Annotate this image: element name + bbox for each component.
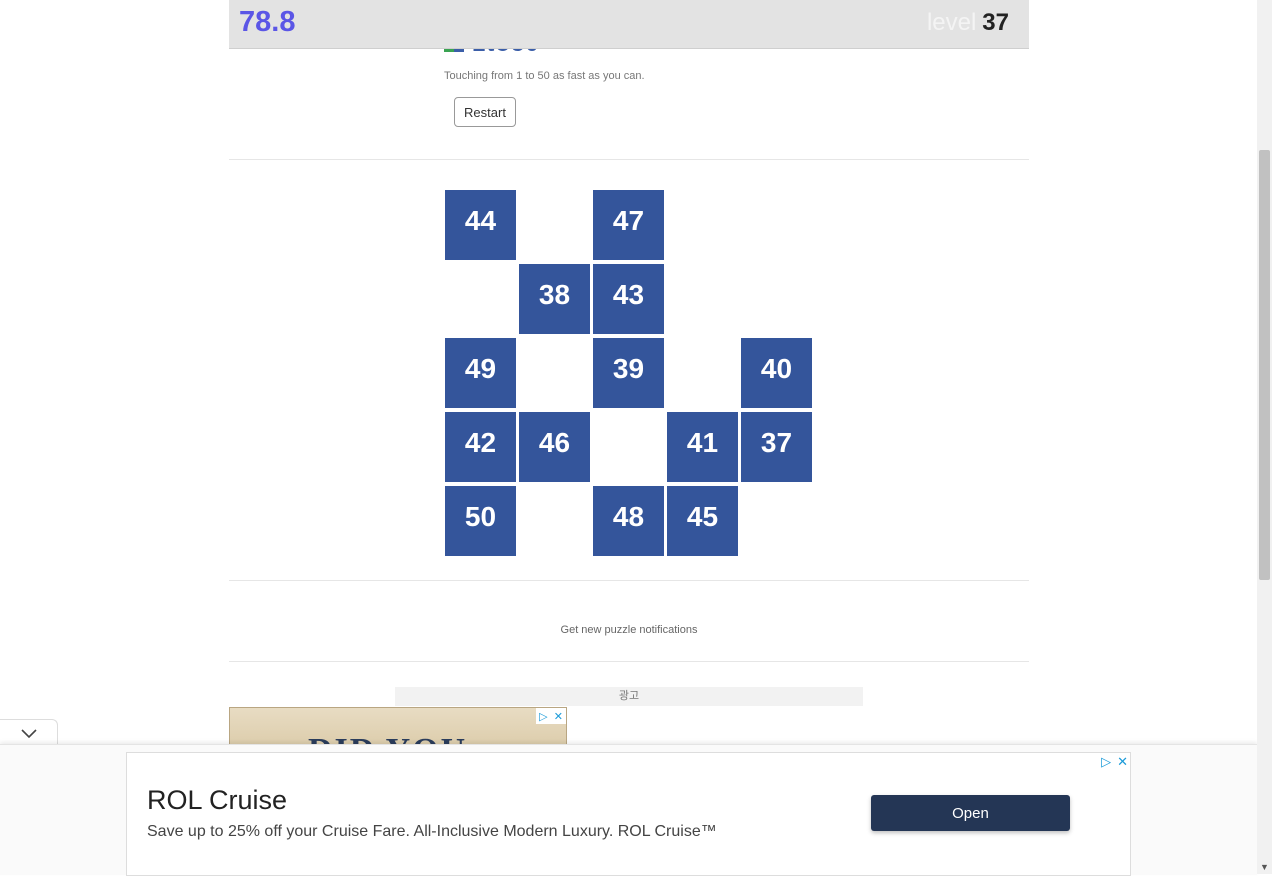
- tile-48[interactable]: 48: [593, 486, 664, 556]
- restart-button[interactable]: Restart: [454, 97, 516, 127]
- tile-40[interactable]: 40: [741, 338, 812, 408]
- adchoices-icon[interactable]: ▷: [1101, 754, 1111, 770]
- scroll-down-icon[interactable]: ▼: [1260, 862, 1269, 872]
- divider: [229, 661, 1029, 662]
- ad-title[interactable]: ROL Cruise: [147, 785, 287, 816]
- anchor-ad-card[interactable]: ROL Cruise Save up to 25% off your Cruis…: [126, 752, 1131, 876]
- scrollbar[interactable]: ▼: [1257, 0, 1272, 874]
- ad-choices[interactable]: ▷ ✕: [1101, 754, 1128, 770]
- tile-50[interactable]: 50: [445, 486, 516, 556]
- level-label: level: [926, 9, 977, 36]
- top-bar: 78.8 level 37: [229, 0, 1029, 49]
- close-icon[interactable]: ✕: [1117, 754, 1128, 770]
- tile-49[interactable]: 49: [445, 338, 516, 408]
- notifications-link[interactable]: Get new puzzle notifications: [229, 624, 1029, 636]
- ad-description: Save up to 25% off your Cruise Fare. All…: [147, 823, 717, 840]
- chevron-down-icon: [20, 729, 37, 739]
- timer: 78.8: [239, 6, 296, 38]
- game-board: 44 47 38 43 49 39 40 42 46 41 37 50 48 45: [443, 188, 815, 560]
- level-number: 37: [982, 9, 1009, 36]
- ad-open-button[interactable]: Open: [871, 795, 1070, 831]
- tile-41[interactable]: 41: [667, 412, 738, 482]
- tile-38[interactable]: 38: [519, 264, 590, 334]
- scrollbar-thumb[interactable]: [1259, 150, 1270, 580]
- ad-choices[interactable]: ▷ ✕: [536, 708, 566, 724]
- tile-44[interactable]: 44: [445, 190, 516, 260]
- tile-46[interactable]: 46: [519, 412, 590, 482]
- adchoices-icon[interactable]: ▷: [539, 710, 547, 723]
- ad-label: 광고: [395, 687, 863, 706]
- anchor-ad: ROL Cruise Save up to 25% off your Cruis…: [0, 744, 1257, 876]
- close-icon[interactable]: ✕: [554, 710, 563, 723]
- tile-42[interactable]: 42: [445, 412, 516, 482]
- tile-45[interactable]: 45: [667, 486, 738, 556]
- tile-43[interactable]: 43: [593, 264, 664, 334]
- divider: [229, 159, 1029, 160]
- tile-39[interactable]: 39: [593, 338, 664, 408]
- game-subtitle: Touching from 1 to 50 as fast as you can…: [444, 70, 645, 82]
- tile-37[interactable]: 37: [741, 412, 812, 482]
- divider: [229, 580, 1029, 581]
- level-indicator: level 37: [927, 9, 1009, 37]
- tile-47[interactable]: 47: [593, 190, 664, 260]
